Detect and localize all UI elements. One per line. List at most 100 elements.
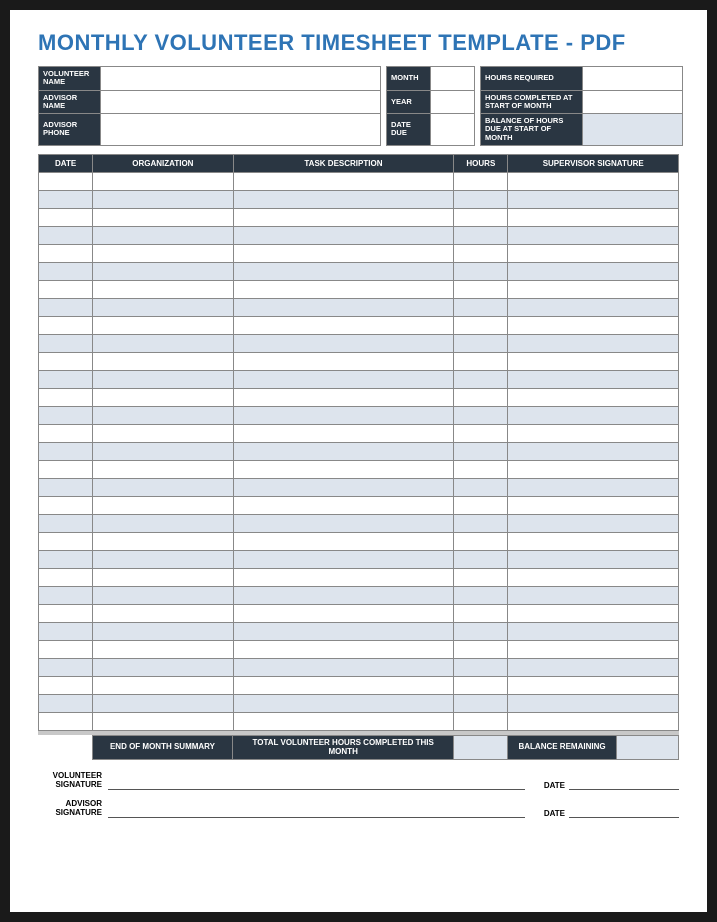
total-hours-field[interactable] xyxy=(454,735,508,760)
cell-organization[interactable] xyxy=(93,226,233,244)
cell-hours[interactable] xyxy=(454,280,508,298)
cell-date[interactable] xyxy=(39,262,93,280)
cell-hours[interactable] xyxy=(454,478,508,496)
cell-signature[interactable] xyxy=(508,424,679,442)
cell-organization[interactable] xyxy=(93,352,233,370)
cell-task[interactable] xyxy=(233,244,454,262)
cell-signature[interactable] xyxy=(508,694,679,712)
cell-date[interactable] xyxy=(39,550,93,568)
advisor-date-line[interactable] xyxy=(569,806,679,818)
cell-hours[interactable] xyxy=(454,442,508,460)
cell-organization[interactable] xyxy=(93,532,233,550)
cell-date[interactable] xyxy=(39,532,93,550)
cell-hours[interactable] xyxy=(454,298,508,316)
cell-date[interactable] xyxy=(39,370,93,388)
cell-task[interactable] xyxy=(233,262,454,280)
cell-date[interactable] xyxy=(39,460,93,478)
cell-organization[interactable] xyxy=(93,406,233,424)
volunteer-signature-line[interactable] xyxy=(108,778,525,790)
cell-date[interactable] xyxy=(39,406,93,424)
cell-hours[interactable] xyxy=(454,424,508,442)
cell-signature[interactable] xyxy=(508,244,679,262)
cell-task[interactable] xyxy=(233,478,454,496)
cell-task[interactable] xyxy=(233,622,454,640)
cell-signature[interactable] xyxy=(508,334,679,352)
cell-organization[interactable] xyxy=(93,658,233,676)
volunteer-name-field[interactable] xyxy=(101,67,381,91)
cell-hours[interactable] xyxy=(454,316,508,334)
cell-date[interactable] xyxy=(39,676,93,694)
cell-task[interactable] xyxy=(233,208,454,226)
cell-organization[interactable] xyxy=(93,208,233,226)
cell-organization[interactable] xyxy=(93,550,233,568)
cell-date[interactable] xyxy=(39,694,93,712)
cell-hours[interactable] xyxy=(454,406,508,424)
cell-organization[interactable] xyxy=(93,712,233,730)
cell-task[interactable] xyxy=(233,604,454,622)
cell-signature[interactable] xyxy=(508,622,679,640)
cell-organization[interactable] xyxy=(93,496,233,514)
cell-organization[interactable] xyxy=(93,244,233,262)
volunteer-date-line[interactable] xyxy=(569,778,679,790)
month-field[interactable] xyxy=(431,67,475,91)
cell-organization[interactable] xyxy=(93,586,233,604)
cell-hours[interactable] xyxy=(454,352,508,370)
cell-task[interactable] xyxy=(233,496,454,514)
cell-task[interactable] xyxy=(233,550,454,568)
cell-date[interactable] xyxy=(39,442,93,460)
cell-hours[interactable] xyxy=(454,586,508,604)
cell-date[interactable] xyxy=(39,514,93,532)
cell-signature[interactable] xyxy=(508,406,679,424)
cell-signature[interactable] xyxy=(508,712,679,730)
cell-hours[interactable] xyxy=(454,532,508,550)
cell-signature[interactable] xyxy=(508,388,679,406)
cell-date[interactable] xyxy=(39,388,93,406)
cell-date[interactable] xyxy=(39,172,93,190)
cell-hours[interactable] xyxy=(454,496,508,514)
cell-hours[interactable] xyxy=(454,262,508,280)
cell-organization[interactable] xyxy=(93,478,233,496)
cell-hours[interactable] xyxy=(454,172,508,190)
cell-signature[interactable] xyxy=(508,658,679,676)
cell-date[interactable] xyxy=(39,208,93,226)
cell-organization[interactable] xyxy=(93,298,233,316)
cell-date[interactable] xyxy=(39,244,93,262)
cell-date[interactable] xyxy=(39,190,93,208)
cell-organization[interactable] xyxy=(93,604,233,622)
cell-task[interactable] xyxy=(233,694,454,712)
cell-organization[interactable] xyxy=(93,316,233,334)
cell-hours[interactable] xyxy=(454,514,508,532)
cell-signature[interactable] xyxy=(508,478,679,496)
cell-organization[interactable] xyxy=(93,640,233,658)
cell-hours[interactable] xyxy=(454,712,508,730)
cell-signature[interactable] xyxy=(508,460,679,478)
cell-date[interactable] xyxy=(39,298,93,316)
cell-task[interactable] xyxy=(233,424,454,442)
cell-task[interactable] xyxy=(233,640,454,658)
cell-hours[interactable] xyxy=(454,370,508,388)
cell-task[interactable] xyxy=(233,568,454,586)
cell-date[interactable] xyxy=(39,712,93,730)
cell-hours[interactable] xyxy=(454,388,508,406)
cell-task[interactable] xyxy=(233,514,454,532)
cell-signature[interactable] xyxy=(508,550,679,568)
cell-signature[interactable] xyxy=(508,262,679,280)
cell-organization[interactable] xyxy=(93,676,233,694)
advisor-name-field[interactable] xyxy=(101,90,381,114)
cell-hours[interactable] xyxy=(454,460,508,478)
cell-organization[interactable] xyxy=(93,388,233,406)
cell-organization[interactable] xyxy=(93,694,233,712)
cell-date[interactable] xyxy=(39,568,93,586)
cell-signature[interactable] xyxy=(508,298,679,316)
cell-task[interactable] xyxy=(233,676,454,694)
cell-signature[interactable] xyxy=(508,640,679,658)
cell-signature[interactable] xyxy=(508,676,679,694)
cell-hours[interactable] xyxy=(454,190,508,208)
cell-organization[interactable] xyxy=(93,190,233,208)
cell-date[interactable] xyxy=(39,640,93,658)
cell-signature[interactable] xyxy=(508,496,679,514)
cell-task[interactable] xyxy=(233,190,454,208)
cell-organization[interactable] xyxy=(93,334,233,352)
cell-task[interactable] xyxy=(233,280,454,298)
cell-hours[interactable] xyxy=(454,658,508,676)
